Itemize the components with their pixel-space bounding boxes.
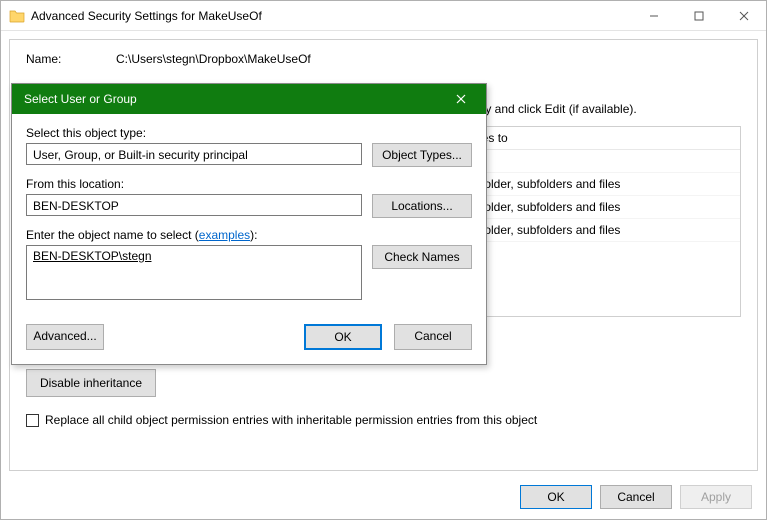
name-row: Name: C:\Users\stegn\Dropbox\MakeUseOf — [26, 52, 741, 66]
window-title: Advanced Security Settings for MakeUseOf — [31, 9, 631, 23]
object-type-label: Select this object type: — [26, 126, 472, 140]
location-label: From this location: — [26, 177, 472, 191]
locations-button[interactable]: Locations... — [372, 194, 472, 218]
ok-button[interactable]: OK — [520, 485, 592, 509]
object-name-label: Enter the object name to select (example… — [26, 228, 472, 242]
dialog-close-button[interactable] — [446, 84, 476, 114]
replace-checkbox-label: Replace all child object permission entr… — [45, 413, 537, 427]
disable-inheritance-button[interactable]: Disable inheritance — [26, 369, 156, 397]
object-name-field[interactable]: BEN-DESKTOP\stegn — [26, 245, 362, 300]
titlebar: Advanced Security Settings for MakeUseOf — [1, 1, 766, 31]
dialog-cancel-button[interactable]: Cancel — [394, 324, 472, 350]
name-value: C:\Users\stegn\Dropbox\MakeUseOf — [116, 52, 311, 66]
object-types-button[interactable]: Object Types... — [372, 143, 472, 167]
apply-button: Apply — [680, 485, 752, 509]
cancel-button[interactable]: Cancel — [600, 485, 672, 509]
object-type-field[interactable]: User, Group, or Built-in security princi… — [26, 143, 362, 165]
main-footer: OK Cancel Apply — [520, 485, 752, 509]
window-controls — [631, 1, 766, 30]
name-label: Name: — [26, 52, 116, 66]
folder-icon — [9, 8, 25, 24]
replace-checkbox-row[interactable]: Replace all child object permission entr… — [26, 413, 741, 427]
main-window: Advanced Security Settings for MakeUseOf… — [0, 0, 767, 520]
location-field[interactable]: BEN-DESKTOP — [26, 194, 362, 216]
advanced-button[interactable]: Advanced... — [26, 324, 104, 350]
dialog-titlebar: Select User or Group — [12, 84, 486, 114]
minimize-button[interactable] — [631, 1, 676, 31]
examples-link[interactable]: examples — [199, 228, 250, 242]
close-button[interactable] — [721, 1, 766, 31]
dialog-body: Select this object type: User, Group, or… — [12, 114, 486, 324]
dialog-title: Select User or Group — [24, 92, 446, 106]
maximize-button[interactable] — [676, 1, 721, 31]
dialog-footer: Advanced... OK Cancel — [12, 324, 486, 364]
dialog-ok-button[interactable]: OK — [304, 324, 382, 350]
checkbox-icon[interactable] — [26, 414, 39, 427]
select-user-dialog: Select User or Group Select this object … — [11, 83, 487, 365]
check-names-button[interactable]: Check Names — [372, 245, 472, 269]
